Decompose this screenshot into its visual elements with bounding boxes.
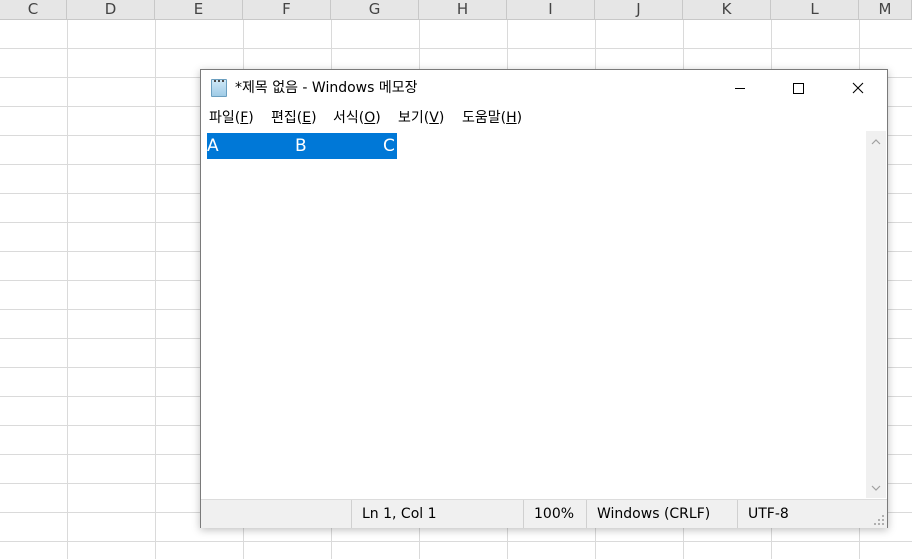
column-header-f[interactable]: F	[243, 0, 331, 19]
grid-column-line	[155, 20, 156, 559]
text-b: B	[295, 136, 307, 156]
status-line-ending: Windows (CRLF)	[586, 500, 737, 528]
column-header-e[interactable]: E	[155, 0, 243, 19]
window-title: *제목 없음 - Windows 메모장	[235, 80, 418, 96]
resize-grip-icon[interactable]	[873, 514, 885, 526]
menu-bar: 파일(F) 편집(E) 서식(O) 보기(V) 도움말(H)	[201, 106, 887, 130]
text-a: A	[207, 136, 219, 156]
menu-view[interactable]: 보기(V)	[396, 108, 446, 128]
column-header-k[interactable]: K	[683, 0, 771, 19]
close-button[interactable]	[829, 70, 887, 106]
menu-help[interactable]: 도움말(H)	[460, 108, 524, 128]
status-zoom: 100%	[523, 500, 586, 528]
column-header-g[interactable]: G	[331, 0, 419, 19]
text-c: C	[383, 136, 395, 156]
chevron-down-icon	[871, 485, 881, 491]
scroll-up-button[interactable]	[866, 133, 886, 150]
column-header-row: C D E F G H I J K L M	[0, 0, 912, 20]
menu-edit[interactable]: 편집(E)	[269, 108, 319, 128]
menu-format[interactable]: 서식(O)	[331, 108, 383, 128]
grid-row-line	[0, 48, 912, 49]
column-header-d[interactable]: D	[67, 0, 155, 19]
menu-file[interactable]: 파일(F)	[207, 108, 256, 128]
chevron-up-icon	[871, 138, 881, 144]
vertical-scrollbar[interactable]	[866, 131, 886, 498]
notepad-window: *제목 없음 - Windows 메모장 파일(F) 편집(E) 서식(O) 보…	[200, 69, 888, 528]
minimize-icon	[735, 88, 745, 89]
column-header-l[interactable]: L	[771, 0, 859, 19]
column-header-j[interactable]: J	[595, 0, 683, 19]
grid-row-line	[0, 541, 912, 542]
close-icon	[852, 82, 864, 94]
title-bar[interactable]: *제목 없음 - Windows 메모장	[201, 70, 887, 106]
minimize-button[interactable]	[711, 70, 769, 106]
status-bar: Ln 1, Col 1 100% Windows (CRLF) UTF-8	[201, 499, 887, 528]
selected-text[interactable]: A B C	[207, 133, 397, 159]
text-editor[interactable]: A B C	[205, 131, 867, 498]
status-position: Ln 1, Col 1	[351, 500, 523, 528]
maximize-icon	[793, 83, 804, 94]
column-header-c[interactable]: C	[0, 0, 67, 19]
notepad-icon	[211, 79, 227, 97]
column-header-i[interactable]: I	[507, 0, 595, 19]
status-encoding: UTF-8	[737, 500, 887, 528]
column-header-h[interactable]: H	[419, 0, 507, 19]
grid-column-line	[67, 20, 68, 559]
scroll-down-button[interactable]	[866, 479, 886, 496]
column-header-m[interactable]: M	[859, 0, 912, 19]
maximize-button[interactable]	[769, 70, 827, 106]
